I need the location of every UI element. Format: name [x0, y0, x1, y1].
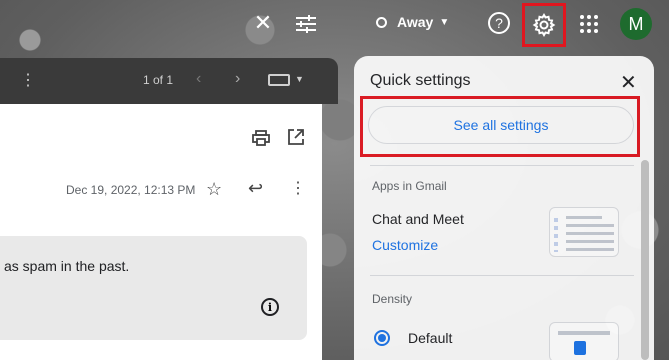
customize-link[interactable]: Customize [372, 237, 438, 253]
apps-section-title: Apps in Gmail [372, 179, 447, 193]
more-vert-icon[interactable]: ⋮ [290, 178, 306, 198]
chat-meet-thumbnail [549, 207, 619, 257]
see-all-settings-label: See all settings [453, 117, 549, 133]
divider [370, 275, 634, 276]
close-icon[interactable]: ✕ [620, 70, 637, 95]
apps-grid-icon[interactable] [578, 13, 600, 35]
status-label: Away [397, 14, 434, 30]
density-default-label: Default [408, 330, 453, 346]
thumbnail-line [566, 232, 614, 235]
mail-toolbar: ⋮ 1 of 1 ‹ › ▼ [0, 58, 338, 104]
print-icon[interactable] [252, 130, 270, 146]
tune-icon[interactable] [294, 12, 318, 36]
reply-icon[interactable]: ↩ [248, 178, 263, 199]
open-in-new-icon-svg [288, 129, 304, 145]
keyboard-icon[interactable] [268, 74, 290, 86]
quick-settings-title: Quick settings [370, 72, 471, 89]
quick-settings-scrollbar[interactable] [641, 160, 649, 360]
thumbnail-sidebar [554, 218, 558, 252]
tune-icon-svg [296, 15, 316, 33]
see-all-settings-button[interactable]: See all settings [368, 106, 634, 144]
open-in-new-icon[interactable] [287, 128, 305, 146]
help-icon[interactable]: ? [487, 11, 511, 35]
document-icon [574, 341, 586, 355]
gear-icon [532, 13, 556, 37]
density-section-title: Density [372, 292, 413, 306]
chevron-right-icon[interactable]: › [235, 70, 240, 88]
star-icon[interactable]: ☆ [206, 179, 222, 200]
status-dot-icon [376, 16, 387, 28]
thumbnail-line [566, 248, 614, 251]
apps-grid-icon-svg [580, 15, 598, 33]
avatar[interactable]: M [620, 8, 652, 40]
info-icon[interactable]: i [261, 298, 279, 316]
status-dropdown[interactable]: Away ▼ [376, 14, 449, 30]
more-vert-icon[interactable]: ⋮ [20, 70, 36, 90]
chevron-down-icon: ▼ [439, 16, 450, 28]
top-bar: ✕ Away ▼ ? M [0, 0, 669, 50]
thumbnail-line [558, 331, 610, 335]
spam-message: as spam in the past. [4, 258, 130, 274]
print-icon-svg [252, 130, 270, 146]
spam-warning-banner: as spam in the past. i [0, 236, 307, 340]
divider [370, 165, 634, 166]
pagination-count: 1 of 1 [143, 73, 174, 87]
thumbnail-line [566, 216, 602, 219]
email-date: Dec 19, 2022, 12:13 PM [66, 183, 196, 197]
thumbnail-line [566, 224, 614, 227]
svg-text:?: ? [495, 15, 503, 31]
thumbnail-line [566, 240, 614, 243]
chat-meet-label: Chat and Meet [372, 211, 464, 227]
email-view: Dec 19, 2022, 12:13 PM ☆ ↩ ⋮ as spam in … [0, 104, 322, 360]
avatar-initial: M [628, 13, 644, 34]
settings-button[interactable] [522, 3, 566, 47]
quick-settings-panel: Quick settings ✕ See all settings Apps i… [354, 56, 654, 360]
density-default-thumbnail [549, 322, 619, 360]
density-default-radio[interactable] [374, 330, 390, 346]
keyboard-dropdown-icon[interactable]: ▼ [295, 74, 304, 84]
chevron-left-icon[interactable]: ‹ [196, 70, 201, 88]
help-icon-svg: ? [488, 12, 510, 34]
close-search-icon[interactable]: ✕ [252, 12, 274, 34]
